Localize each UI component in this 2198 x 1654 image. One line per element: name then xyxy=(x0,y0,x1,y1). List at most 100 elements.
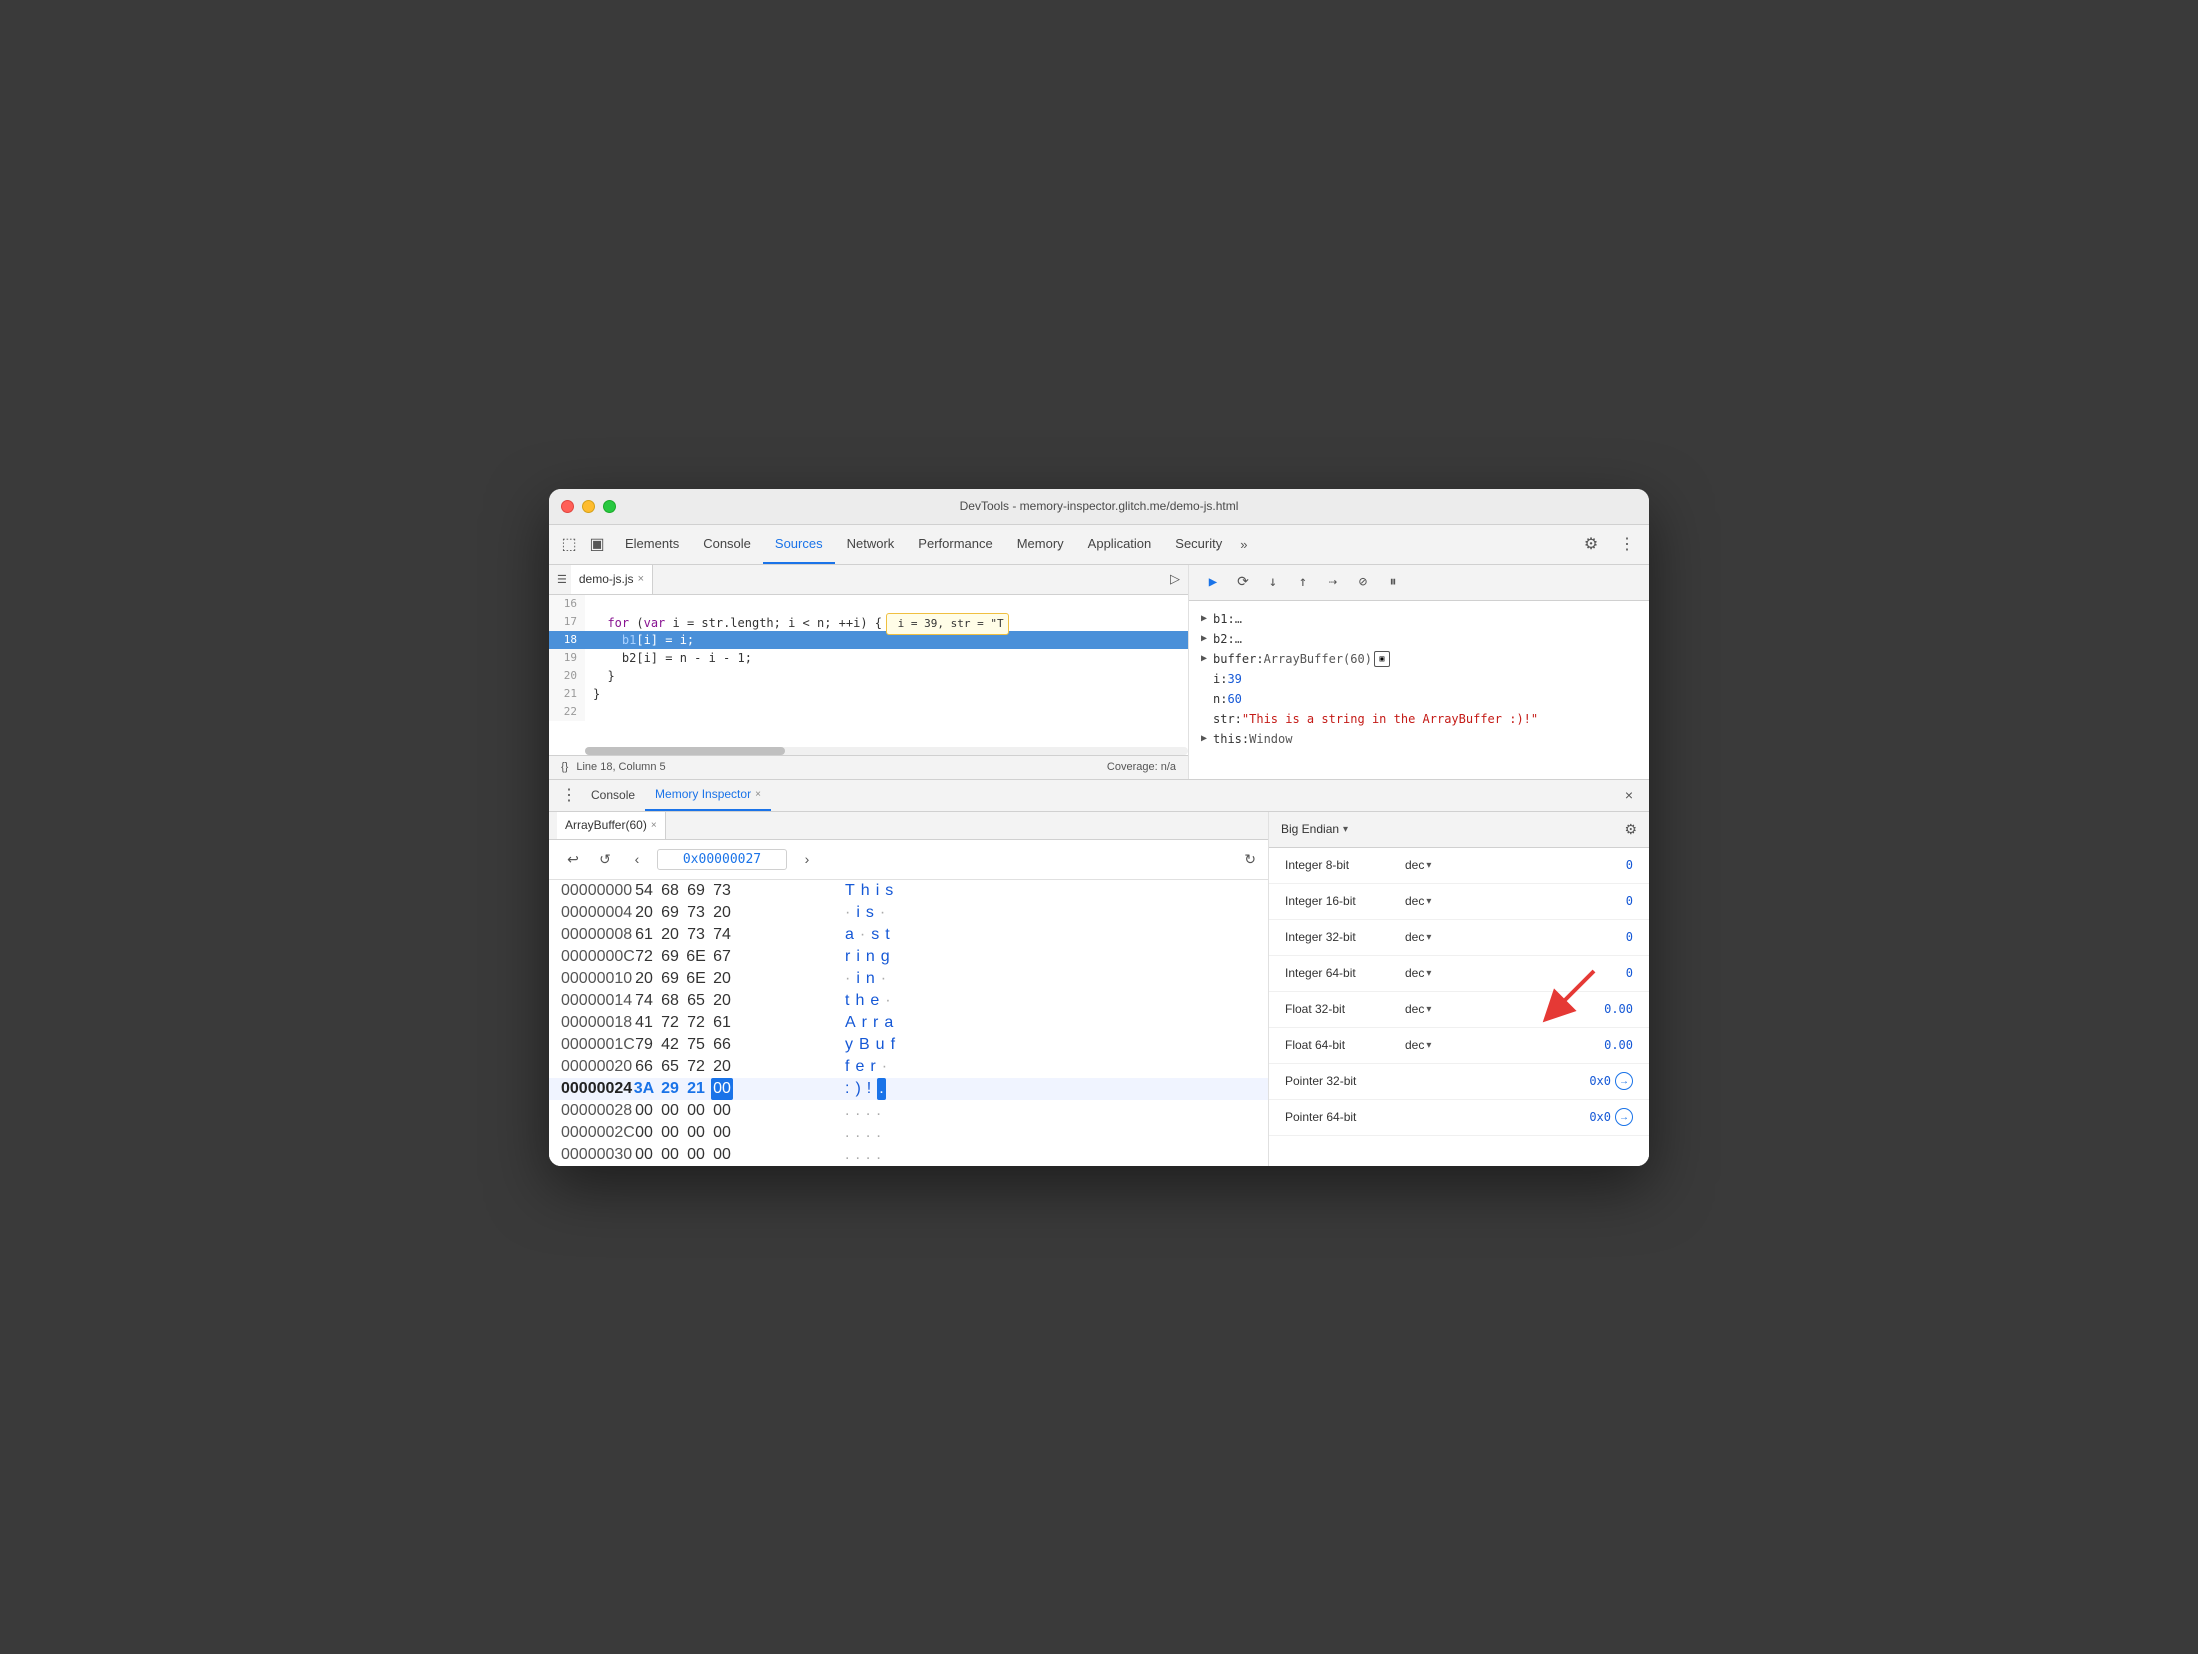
cursor-icon[interactable]: ⬚ xyxy=(557,532,581,556)
code-area: 16 17 for (var i = str.length; i < n; ++… xyxy=(549,595,1188,755)
step-out-button[interactable]: ⇢ xyxy=(1321,570,1345,594)
code-line-17: 17 for (var i = str.length; i < n; ++i) … xyxy=(549,613,1188,631)
array-buffer-tab[interactable]: ArrayBuffer(60) × xyxy=(557,812,666,840)
hex-panel: ArrayBuffer(60) × ↩ ↺ ‹ › ↻ xyxy=(549,812,1269,1166)
scope-content: ▶ b1: … ▶ b2: … ▶ buffer: ArrayBuffer(60… xyxy=(1189,601,1649,757)
toolbar-right: ⚙ ⋮ xyxy=(1577,530,1641,558)
tab-application[interactable]: Application xyxy=(1076,524,1164,564)
memory-content: ArrayBuffer(60) × ↩ ↺ ‹ › ↻ xyxy=(549,812,1649,1166)
file-tab-demo-js[interactable]: demo-js.js × xyxy=(571,565,653,595)
ptr64-follow-link[interactable]: → xyxy=(1615,1108,1633,1126)
scope-row-str: ▶ str: "This is a string in the ArrayBuf… xyxy=(1201,709,1637,729)
tab-console-bottom[interactable]: Console xyxy=(581,779,645,811)
editor-panel: ☰ demo-js.js × ▷ 16 17 for (var i = str.… xyxy=(549,565,1189,779)
settings-icon[interactable]: ⚙ xyxy=(1577,530,1605,558)
hex-rows: 00000000 54 68 69 73 T h i xyxy=(549,880,1268,1166)
sidebar-toggle-icon[interactable]: ☰ xyxy=(557,573,567,586)
hex-row-10: 00000010 20 69 6E 20 · i n xyxy=(549,968,1268,990)
value-header: Big Endian ▾ ⚙ xyxy=(1269,812,1649,848)
float64-format-select[interactable]: dec ▾ xyxy=(1405,1038,1431,1052)
int32-format-select[interactable]: dec ▾ xyxy=(1405,930,1431,944)
memory-icon[interactable]: ▣ xyxy=(1374,651,1390,667)
curly-icon: {} xyxy=(561,761,568,773)
device-icon[interactable]: ▣ xyxy=(585,532,609,556)
array-buffer-close-icon[interactable]: × xyxy=(651,820,657,831)
hex-row-8: 00000008 61 20 73 74 a · s xyxy=(549,924,1268,946)
refresh-button[interactable]: ↻ xyxy=(1244,851,1256,868)
hex-row-2c: 0000002C 00 00 00 00 . . . xyxy=(549,1122,1268,1144)
value-panel-settings-icon[interactable]: ⚙ xyxy=(1624,821,1637,838)
undo-nav-button[interactable]: ↩ xyxy=(561,847,585,871)
memory-inspector-tab-label: Memory Inspector xyxy=(655,787,751,801)
dots-menu-button[interactable]: ⋮ xyxy=(557,783,581,807)
hex-row-24: 00000024 3A 29 21 00 : ) ! xyxy=(549,1078,1268,1100)
code-line-16: 16 xyxy=(549,595,1188,613)
value-row-int8: Integer 8-bit dec ▾ 0 xyxy=(1269,848,1649,884)
traffic-lights xyxy=(561,500,616,513)
pause-exceptions-button[interactable]: ⏸ xyxy=(1381,570,1405,594)
address-input[interactable] xyxy=(657,849,787,870)
tab-console[interactable]: Console xyxy=(691,524,763,564)
tab-memory[interactable]: Memory xyxy=(1005,524,1076,564)
menu-icon[interactable]: ⋮ xyxy=(1613,530,1641,558)
deactivate-button[interactable]: ⊘ xyxy=(1351,570,1375,594)
tab-elements[interactable]: Elements xyxy=(613,524,691,564)
hex-row-c: 0000000C 72 69 6E 67 r i n xyxy=(549,946,1268,968)
value-panel: Big Endian ▾ ⚙ Integer 8-bit dec ▾ xyxy=(1269,812,1649,1136)
maximize-button[interactable] xyxy=(603,500,616,513)
hex-row-1c: 0000001C 79 42 75 66 y B u xyxy=(549,1034,1268,1056)
next-nav-button[interactable]: › xyxy=(795,847,819,871)
file-tab-close-icon[interactable]: × xyxy=(638,573,644,585)
endian-dropdown-icon: ▾ xyxy=(1343,824,1348,835)
float32-format-select[interactable]: dec ▾ xyxy=(1405,1002,1431,1016)
redo-nav-button[interactable]: ↺ xyxy=(593,847,617,871)
scope-row-i: ▶ i: 39 xyxy=(1201,669,1637,689)
endian-select[interactable]: Big Endian ▾ xyxy=(1281,822,1348,836)
file-sync-icon[interactable]: ▷ xyxy=(1170,571,1180,587)
scope-row-b2: ▶ b2: … xyxy=(1201,629,1637,649)
nav-bar: ↩ ↺ ‹ › ↻ xyxy=(549,840,1268,880)
debug-toolbar: ▶ ⟳ ↓ ↑ ⇢ ⊘ ⏸ xyxy=(1189,565,1649,601)
int64-format-select[interactable]: dec ▾ xyxy=(1405,966,1431,980)
value-row-int16: Integer 16-bit dec ▾ 0 xyxy=(1269,884,1649,920)
pause-button[interactable]: ⟳ xyxy=(1231,570,1255,594)
top-section: ☰ demo-js.js × ▷ 16 17 for (var i = str.… xyxy=(549,565,1649,780)
int8-format-select[interactable]: dec ▾ xyxy=(1405,858,1431,872)
value-row-int64: Integer 64-bit dec ▾ 0 xyxy=(1269,956,1649,992)
status-bar: {} Line 18, Column 5 Coverage: n/a xyxy=(549,755,1188,779)
array-buffer-tabs: ArrayBuffer(60) × xyxy=(549,812,1268,840)
tab-performance[interactable]: Performance xyxy=(906,524,1004,564)
scope-row-n: ▶ n: 60 xyxy=(1201,689,1637,709)
devtools-tabs: ⬚ ▣ Elements Console Sources Network Per… xyxy=(549,525,1649,565)
tab-memory-inspector[interactable]: Memory Inspector × xyxy=(645,779,771,811)
ptr32-follow-link[interactable]: → xyxy=(1615,1072,1633,1090)
tab-network[interactable]: Network xyxy=(835,524,907,564)
hex-row-4: 00000004 20 69 73 20 · i s xyxy=(549,902,1268,924)
tab-sources[interactable]: Sources xyxy=(763,524,835,564)
code-line-21: 21 } xyxy=(549,685,1188,703)
value-panel-container: Big Endian ▾ ⚙ Integer 8-bit dec ▾ xyxy=(1269,812,1649,1166)
value-row-float64: Float 64-bit dec ▾ 0.00 xyxy=(1269,1028,1649,1064)
debug-tooltip: i = 39, str = "T xyxy=(886,613,1009,635)
bottom-panel-close[interactable]: × xyxy=(1617,787,1641,803)
value-row-ptr32: Pointer 32-bit 0x0 → xyxy=(1269,1064,1649,1100)
minimize-button[interactable] xyxy=(582,500,595,513)
bottom-section: ⋮ Console Memory Inspector × × ArrayBuff… xyxy=(549,780,1649,1166)
hex-row-20: 00000020 66 65 72 20 f e r xyxy=(549,1056,1268,1078)
step-over-button[interactable]: ↓ xyxy=(1261,570,1285,594)
more-tabs-button[interactable]: » xyxy=(1234,537,1253,552)
memory-inspector-tab-close[interactable]: × xyxy=(755,789,761,800)
tab-security[interactable]: Security xyxy=(1163,524,1234,564)
scope-row-b1: ▶ b1: … xyxy=(1201,609,1637,629)
code-line-19: 19 b2[i] = n - i - 1; xyxy=(549,649,1188,667)
int16-format-select[interactable]: dec ▾ xyxy=(1405,894,1431,908)
prev-nav-button[interactable]: ‹ xyxy=(625,847,649,871)
scope-row-buffer: ▶ buffer: ArrayBuffer(60) ▣ xyxy=(1201,649,1637,669)
code-line-20: 20 } xyxy=(549,667,1188,685)
resume-button[interactable]: ▶ xyxy=(1201,570,1225,594)
value-row-int32: Integer 32-bit dec ▾ 0 xyxy=(1269,920,1649,956)
close-button[interactable] xyxy=(561,500,574,513)
hex-row-0: 00000000 54 68 69 73 T h i xyxy=(549,880,1268,902)
step-into-button[interactable]: ↑ xyxy=(1291,570,1315,594)
code-line-18: 18 b1[i] = i; xyxy=(549,631,1188,649)
